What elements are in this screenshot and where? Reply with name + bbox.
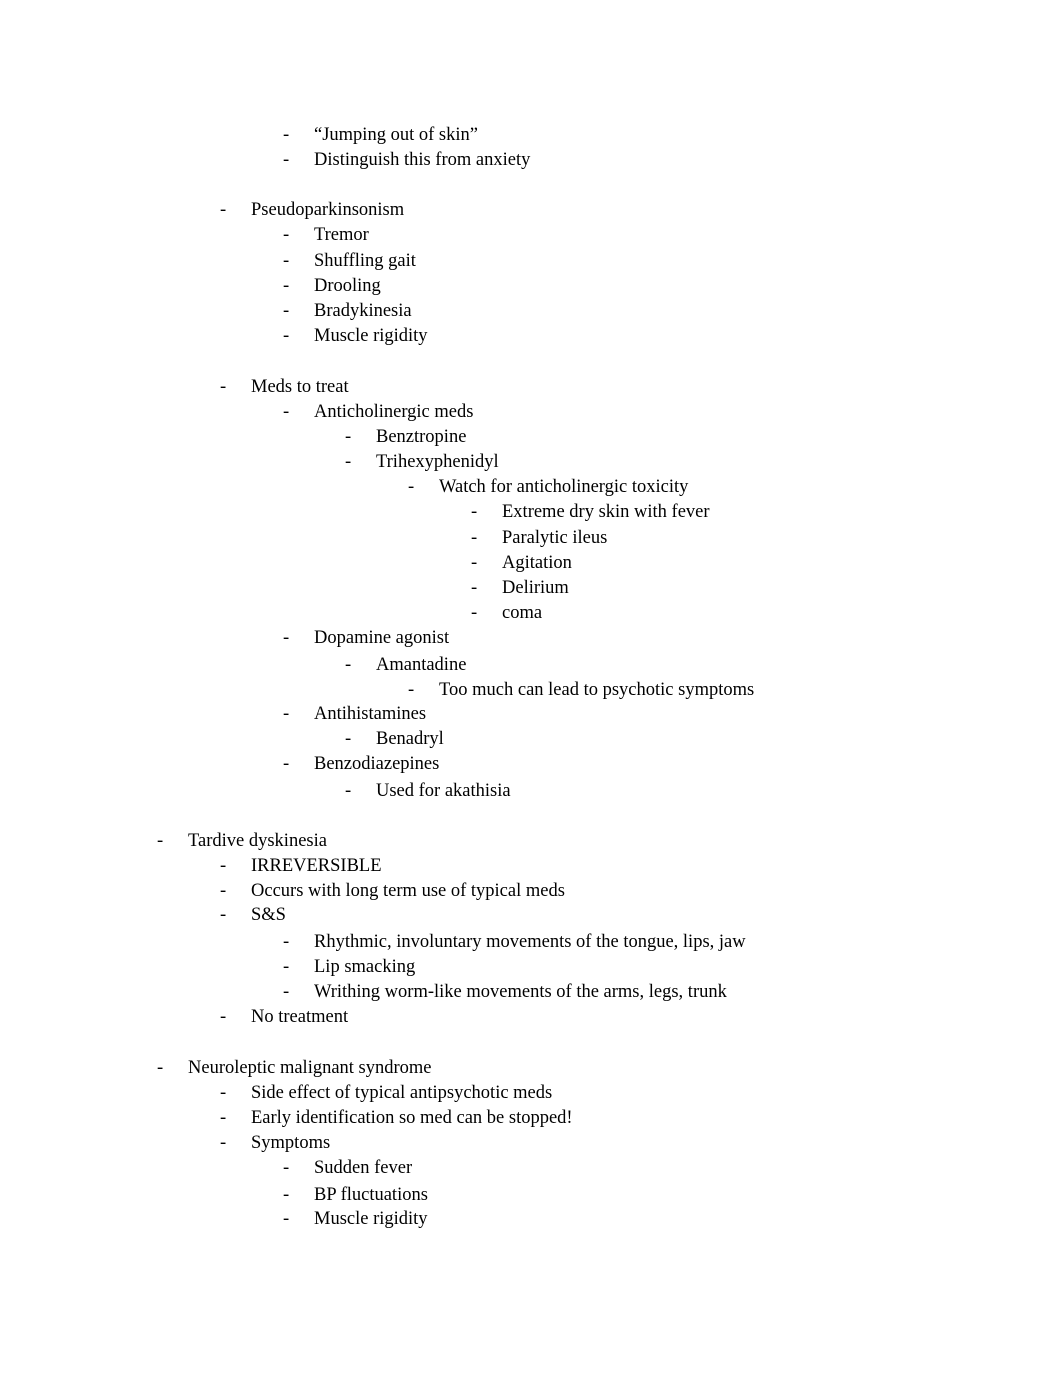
list-item-text: Drooling [314,276,381,296]
list-item-text: Extreme dry skin with fever [502,502,710,522]
bullet-dash-icon: - [471,502,478,522]
list-item-text: Neuroleptic malignant syndrome [188,1058,432,1078]
list-item-text: S&S [251,905,286,925]
list-item-text: Distinguish this from anxiety [314,150,531,170]
list-item-text: Watch for anticholinergic toxicity [439,477,689,497]
list-item-text: Anticholinergic meds [314,402,474,422]
bullet-dash-icon: - [283,276,290,296]
list-item-text: Benzodiazepines [314,754,440,774]
document-page: - “Jumping out of skin” - Distinguish this … [0,0,1062,1376]
list-item-text: Occurs with long term use of typical med… [251,881,565,901]
bullet-dash-icon: - [283,628,290,648]
bullet-dash-icon: - [283,1158,290,1178]
bullet-dash-icon: - [283,1185,290,1205]
list-item-text: Tremor [314,225,369,245]
list-item-text: IRREVERSIBLE [251,856,382,876]
bullet-dash-icon: - [345,655,352,675]
list-item-text: Meds to treat [251,377,349,397]
bullet-dash-icon: - [408,477,415,497]
list-item-text: Rhythmic, involuntary movements of the t… [314,932,746,952]
list-item-text: Dopamine agonist [314,628,450,648]
bullet-dash-icon: - [283,326,290,346]
list-item-text: Bradykinesia [314,301,412,321]
bullet-dash-icon: - [220,1133,227,1153]
list-item-text: Delirium [502,578,569,598]
list-item-text: Amantadine [376,655,467,675]
bullet-dash-icon: - [157,1058,164,1078]
list-item-text: “Jumping out of skin” [314,125,478,145]
list-item-text: Tardive dyskinesia [188,831,327,851]
list-item-text: Antihistamines [314,704,427,724]
list-item-text: Agitation [502,553,572,573]
bullet-dash-icon: - [283,982,290,1002]
list-item-text: Symptoms [251,1133,331,1153]
bullet-dash-icon: - [471,553,478,573]
list-item-text: Early identification so med can be stopp… [251,1108,573,1128]
bullet-dash-icon: - [408,680,415,700]
list-item-text: Shuffling gait [314,251,416,271]
list-item-text: Used for akathisia [376,781,511,801]
bullet-dash-icon: - [157,831,164,851]
bullet-dash-icon: - [220,856,227,876]
list-item-text: Benztropine [376,427,467,447]
list-item-text: Lip smacking [314,957,416,977]
list-item-text: Pseudoparkinsonism [251,200,405,220]
bullet-dash-icon: - [283,932,290,952]
list-item-text: Writhing worm-like movements of the arms… [314,982,727,1002]
bullet-dash-icon: - [471,528,478,548]
bullet-dash-icon: - [283,957,290,977]
bullet-dash-icon: - [283,301,290,321]
bullet-dash-icon: - [220,1108,227,1128]
list-item-text: coma [502,603,543,623]
list-item-text: Side effect of typical antipsychotic med… [251,1083,553,1103]
bullet-dash-icon: - [345,452,352,472]
list-item-text: Paralytic ileus [502,528,608,548]
bullet-dash-icon: - [220,377,227,397]
list-item-text: Too much can lead to psychotic symptoms [439,680,755,700]
bullet-dash-icon: - [220,881,227,901]
bullet-dash-icon: - [471,578,478,598]
list-item-text: Muscle rigidity [314,1209,428,1229]
bullet-dash-icon: - [283,704,290,724]
bullet-dash-icon: - [471,603,478,623]
list-item-text: Sudden fever [314,1158,413,1178]
list-item-text: No treatment [251,1007,349,1027]
bullet-dash-icon: - [283,402,290,422]
list-item-text: Trihexyphenidyl [376,452,499,472]
bullet-dash-icon: - [283,225,290,245]
bullet-dash-icon: - [345,729,352,749]
list-item-text: Benadryl [376,729,444,749]
bullet-dash-icon: - [283,1209,290,1229]
bullet-dash-icon: - [345,427,352,447]
bullet-dash-icon: - [220,1083,227,1103]
list-item-text: BP fluctuations [314,1185,428,1205]
bullet-dash-icon: - [220,200,227,220]
bullet-dash-icon: - [283,150,290,170]
bullet-dash-icon: - [283,754,290,774]
bullet-dash-icon: - [345,781,352,801]
bullet-dash-icon: - [220,905,227,925]
bullet-dash-icon: - [283,251,290,271]
bullet-dash-icon: - [220,1007,227,1027]
bullet-dash-icon: - [283,125,290,145]
list-item-text: Muscle rigidity [314,326,428,346]
